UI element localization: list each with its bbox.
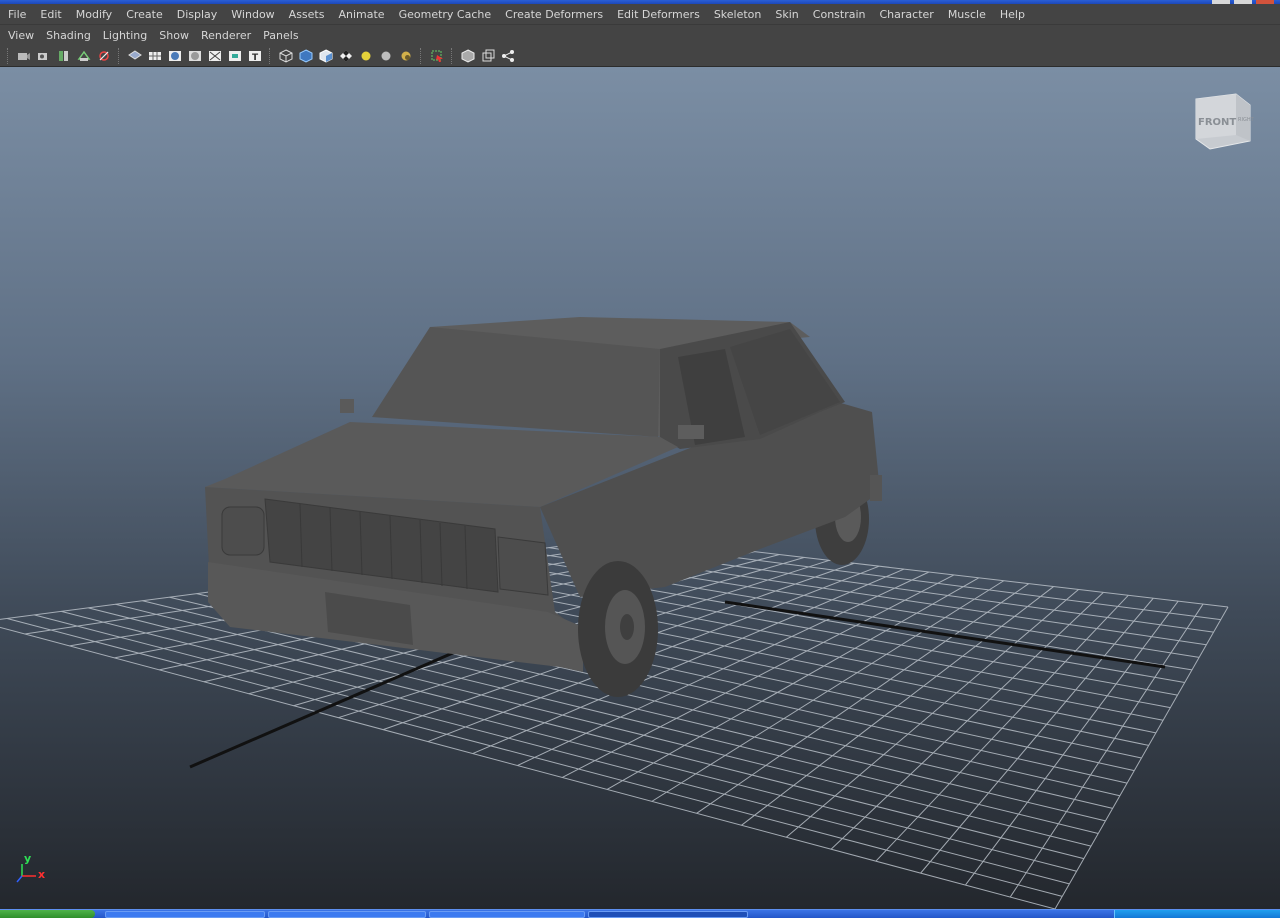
grid-line [1054, 606, 1229, 909]
panel-menu-renderer[interactable]: Renderer [195, 26, 257, 45]
view-cube[interactable]: FRONT RIGHT [1188, 91, 1260, 155]
side-mirror-right [678, 425, 704, 439]
resolution-gate-icon[interactable] [226, 48, 244, 64]
view-cube-front-label[interactable]: FRONT [1198, 117, 1236, 128]
panel-menubar: View Shading Lighting Show Renderer Pane… [0, 26, 1280, 45]
axis-gizmo: y x [14, 852, 54, 892]
menu-display[interactable]: Display [170, 4, 225, 25]
panel-menu-view[interactable]: View [2, 26, 40, 45]
svg-text:T: T [252, 53, 259, 63]
grid-line [0, 626, 1056, 909]
left-headlight [221, 506, 265, 556]
menu-modify[interactable]: Modify [69, 4, 119, 25]
share-icon[interactable] [499, 48, 517, 64]
all-lights-icon[interactable] [377, 48, 395, 64]
panel-menu-panels[interactable]: Panels [257, 26, 304, 45]
panel-menu-shading[interactable]: Shading [40, 26, 97, 45]
grid-axis-z [724, 600, 1166, 669]
grid-line [741, 586, 1054, 826]
menu-character[interactable]: Character [873, 4, 941, 25]
menu-create[interactable]: Create [119, 4, 170, 25]
panel-menu-lighting[interactable]: Lighting [97, 26, 153, 45]
bounding-box-icon[interactable] [459, 48, 477, 64]
menu-skeleton[interactable]: Skeleton [707, 4, 769, 25]
main-menubar: File Edit Modify Create Display Window A… [0, 4, 1280, 25]
grid-line [606, 577, 980, 790]
perspective-viewport[interactable]: FRONT RIGHT y x [0, 67, 1280, 909]
select-objects-icon[interactable] [428, 48, 446, 64]
smooth-shade-icon[interactable] [166, 48, 184, 64]
menu-geometry-cache[interactable]: Geometry Cache [392, 4, 499, 25]
menu-help[interactable]: Help [993, 4, 1032, 25]
text-icon[interactable]: T [246, 48, 264, 64]
view-cube-right-label[interactable]: RIGHT [1238, 117, 1255, 123]
camera-attributes-icon[interactable] [35, 48, 53, 64]
menu-window[interactable]: Window [224, 4, 281, 25]
menu-muscle[interactable]: Muscle [941, 4, 993, 25]
checker-icon[interactable] [337, 48, 355, 64]
menu-edit-deformers[interactable]: Edit Deformers [610, 4, 707, 25]
shadow-icon[interactable] [397, 48, 415, 64]
shade-all-icon[interactable] [186, 48, 204, 64]
toolbar-separator [7, 47, 10, 64]
scene-canvas [0, 317, 1229, 909]
grid-display-icon[interactable] [146, 48, 164, 64]
menu-constrain[interactable]: Constrain [806, 4, 873, 25]
xray-icon[interactable] [95, 48, 113, 64]
menu-edit[interactable]: Edit [33, 4, 68, 25]
menu-skin[interactable]: Skin [768, 4, 805, 25]
toolbar-separator [451, 47, 454, 64]
panel-menu-show[interactable]: Show [153, 26, 195, 45]
toolbar-separator [118, 47, 121, 64]
grid-axis-x [189, 650, 456, 769]
textured-cube-icon[interactable] [317, 48, 335, 64]
image-plane-icon[interactable] [75, 48, 93, 64]
car-model[interactable] [205, 317, 882, 697]
side-mirror-left [340, 399, 354, 413]
menu-create-deformers[interactable]: Create Deformers [498, 4, 610, 25]
right-headlight [497, 536, 549, 596]
toolbar-separator [420, 47, 423, 64]
menu-animate[interactable]: Animate [331, 4, 391, 25]
isolate-icon[interactable] [206, 48, 224, 64]
bookmark-icon[interactable] [55, 48, 73, 64]
wireframe-icon[interactable] [126, 48, 144, 64]
menu-file[interactable]: File [1, 4, 33, 25]
panel-toolbar: T [0, 45, 1280, 67]
toolbar-separator [269, 47, 272, 64]
backface-icon[interactable] [479, 48, 497, 64]
wireframe-cube-icon[interactable] [277, 48, 295, 64]
grid-line [965, 600, 1179, 886]
default-light-icon[interactable] [357, 48, 375, 64]
grid-line [920, 597, 1154, 874]
menu-assets[interactable]: Assets [282, 4, 332, 25]
shaded-cube-icon[interactable] [297, 48, 315, 64]
select-camera-icon[interactable] [15, 48, 33, 64]
